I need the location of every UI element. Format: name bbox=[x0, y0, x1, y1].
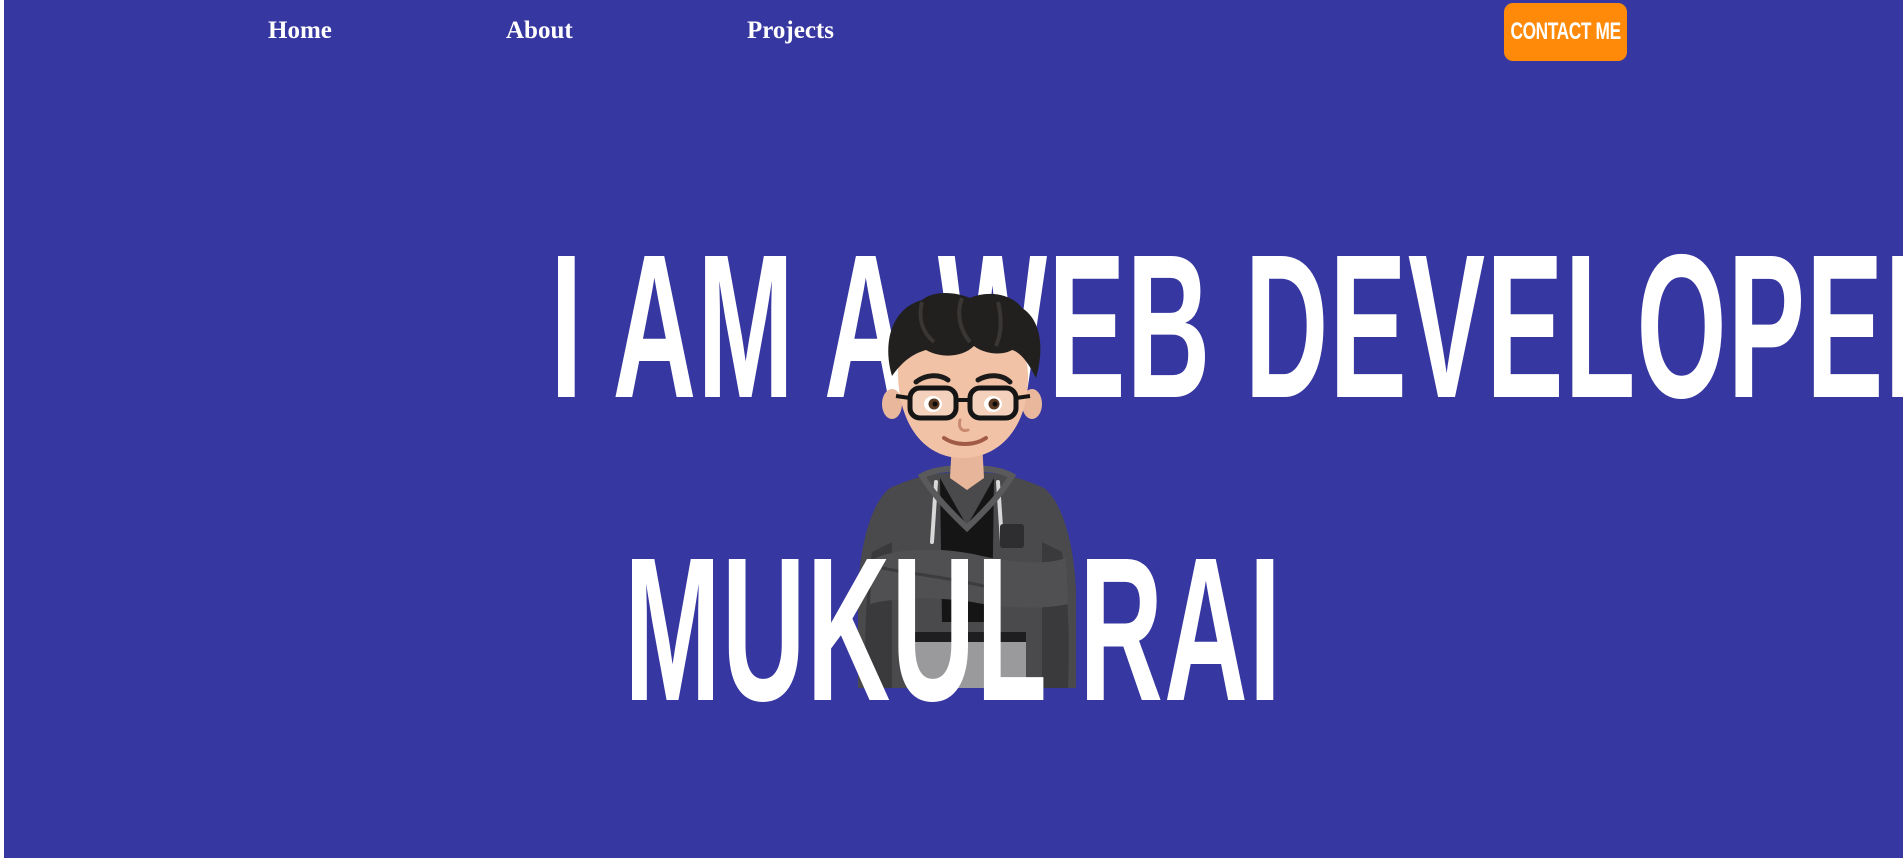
contact-me-label: CONTACT ME bbox=[1510, 18, 1621, 45]
headline-role-text: I AM A WEB DEVELOPER bbox=[550, 212, 1903, 441]
nav-about-link[interactable]: About bbox=[506, 13, 573, 49]
headline-name: MUKUL RAI bbox=[4, 527, 1903, 732]
hero-page: Home About Projects CONTACT ME I AM A WE… bbox=[4, 0, 1903, 858]
contact-me-button[interactable]: CONTACT ME bbox=[1504, 3, 1627, 61]
headline-name-text: MUKUL RAI bbox=[624, 515, 1283, 744]
nav-home-link[interactable]: Home bbox=[268, 13, 332, 49]
nav-projects-link[interactable]: Projects bbox=[747, 13, 834, 49]
